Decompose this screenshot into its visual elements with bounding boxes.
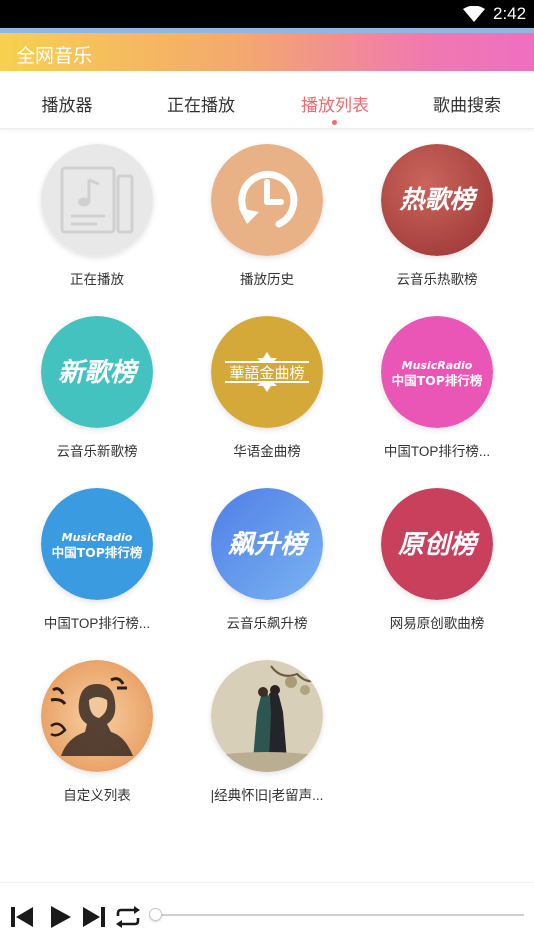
playlist-label: 正在播放 [70,272,124,287]
repeat-icon[interactable] [114,903,142,931]
playlist-note-icon [41,144,153,256]
musicradio-cover: MusicRadio 中国TOP排行榜 [381,316,493,428]
active-tab-indicator [332,120,337,125]
musicradio-cover: MusicRadio 中国TOP排行榜 [41,488,153,600]
cover-text: 原创榜 [398,530,480,560]
playlist-cover: MusicRadio 中国TOP排行榜 [41,488,153,600]
classic-artwork [211,660,323,772]
playlist-item-original[interactable]: 原创榜 网易原创歌曲榜 [352,474,522,634]
playlist-label: 云音乐飙升榜 [226,616,308,631]
playlist-label: 云音乐热歌榜 [396,272,478,287]
wifi-icon [463,6,485,22]
playlist-item-china-top-1[interactable]: MusicRadio 中国TOP排行榜 中国TOP排行榜... [352,302,522,462]
playlist-label: 中国TOP排行榜... [43,616,151,631]
cover-text-top: MusicRadio [402,359,473,372]
cover-text: 热歌榜 [398,185,478,214]
cover-text: 中国TOP排行榜 [52,545,143,560]
hot-chart-cover: 热歌榜 [381,144,493,256]
cover-text: 新歌榜 [58,358,140,388]
playlist-item-new-songs[interactable]: 新歌榜 云音乐新歌榜 [12,302,182,462]
playlist-cover [41,660,153,772]
playlist-cover: 热歌榜 [381,144,493,256]
cover-text: 飙升榜 [228,530,310,560]
history-clock-icon [211,144,323,256]
seek-thumb[interactable] [149,908,162,921]
playlist-item-china-top-2[interactable]: MusicRadio 中国TOP排行榜 中国TOP排行榜... [12,474,182,634]
original-chart-cover: 原创榜 [381,488,493,600]
tab-now-playing[interactable]: 正在播放 [134,91,268,116]
playlist-item-now-playing[interactable]: 正在播放 [12,130,182,290]
playlist-cover: 新歌榜 [41,316,153,428]
app-title-bar: 全网音乐 [0,33,534,71]
playlist-item-classic-nostalgia[interactable]: |经典怀旧|老留声... [182,646,352,806]
seek-bar[interactable] [152,914,524,916]
playlist-label: 云音乐新歌榜 [56,444,138,459]
playlist-cover [211,660,323,772]
previous-icon[interactable] [8,903,36,931]
playlist-cover [211,144,323,256]
tab-bar: 播放器 正在播放 播放列表 歌曲搜索 [0,71,534,129]
next-icon[interactable] [80,903,108,931]
playlist-label: |经典怀旧|老留声... [210,788,324,803]
tab-song-search[interactable]: 歌曲搜索 [400,91,534,116]
playlist-label: 中国TOP排行榜... [383,444,491,459]
mini-player [0,882,534,949]
cover-text: 華語金曲榜 [229,364,304,382]
status-bar: 2:42 [0,0,534,28]
playlist-item-hot-songs[interactable]: 热歌榜 云音乐热歌榜 [352,130,522,290]
custom-artwork [41,660,153,772]
cover-text-top: MusicRadio [62,531,133,544]
playlist-cover: MusicRadio 中国TOP排行榜 [381,316,493,428]
cover-text: 中国TOP排行榜 [392,373,483,388]
playlist-cover: 原创榜 [381,488,493,600]
app-title: 全网音乐 [16,46,93,67]
playlist-label: 自定义列表 [63,788,131,803]
play-icon[interactable] [46,903,74,931]
rising-chart-cover: 飙升榜 [211,488,323,600]
playlist-label: 网易原创歌曲榜 [389,616,485,631]
playlist-label: 华语金曲榜 [233,444,301,459]
playlist-cover: 華語金曲榜 [211,316,323,428]
playlist-item-custom[interactable]: 自定义列表 [12,646,182,806]
new-chart-cover: 新歌榜 [41,316,153,428]
status-time: 2:42 [493,4,527,23]
tab-playlists[interactable]: 播放列表 [268,91,402,116]
tab-player[interactable]: 播放器 [0,91,134,116]
playlist-cover: 飙升榜 [211,488,323,600]
classics-chart-cover: 華語金曲榜 [211,316,323,428]
playlist-cover [41,144,153,256]
playlist-item-chinese-classics[interactable]: 華語金曲榜 华语金曲榜 [182,302,352,462]
playlist-item-history[interactable]: 播放历史 [182,130,352,290]
playlist-item-rising[interactable]: 飙升榜 云音乐飙升榜 [182,474,352,634]
playlist-label: 播放历史 [240,272,294,287]
